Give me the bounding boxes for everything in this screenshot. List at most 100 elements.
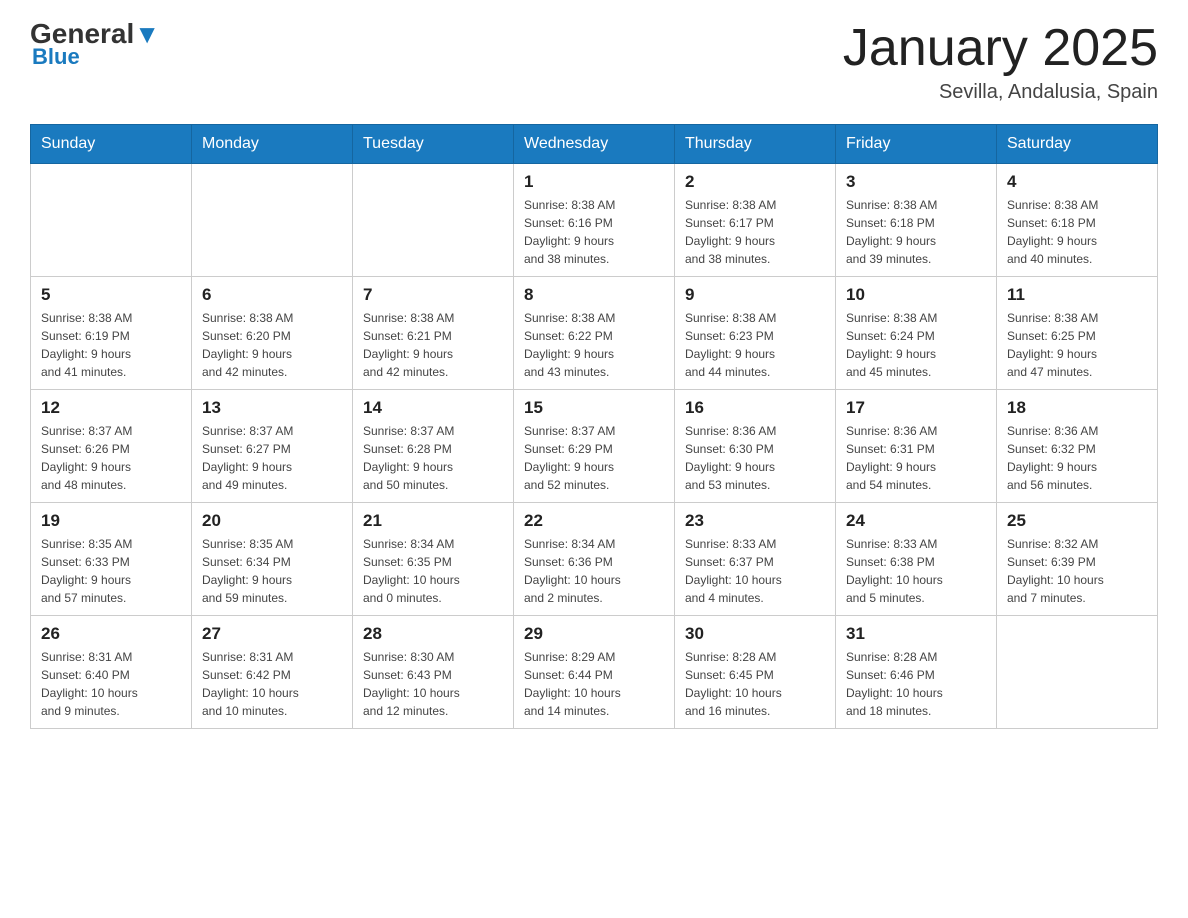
calendar-cell: 27 Sunrise: 8:31 AM Sunset: 6:42 PM Dayli… [192,616,353,729]
calendar-cell: 22 Sunrise: 8:34 AM Sunset: 6:36 PM Dayli… [514,503,675,616]
calendar-cell: 7Sunrise: 8:38 AM Sunset: 6:21 PM Daylig… [353,277,514,390]
calendar-cell: 6 Sunrise: 8:38 AM Sunset: 6:20 PM Daylig… [192,277,353,390]
day-info: Sunrise: 8:36 AM Sunset: 6:31 PM Dayligh… [846,422,986,494]
day-number: 7 [363,285,503,305]
day-number: 11 [1007,285,1147,305]
calendar-week-3: 12 Sunrise: 8:37 AM Sunset: 6:26 PM Dayli… [31,390,1158,503]
header-sunday: Sunday [31,125,192,164]
day-info: Sunrise: 8:38 AM Sunset: 6:22 PM Dayligh… [524,309,664,381]
day-number: 10 [846,285,986,305]
header-saturday: Saturday [997,125,1158,164]
logo: General▼ Blue [30,20,160,70]
calendar-cell: 4 Sunrise: 8:38 AM Sunset: 6:18 PM Daylig… [997,164,1158,277]
day-info: Sunrise: 8:33 AM Sunset: 6:37 PM Dayligh… [685,535,825,607]
calendar-week-1: 1Sunrise: 8:38 AM Sunset: 6:16 PM Daylig… [31,164,1158,277]
day-info: Sunrise: 8:37 AM Sunset: 6:29 PM Dayligh… [524,422,664,494]
day-number: 6 [202,285,342,305]
day-number: 4 [1007,172,1147,192]
day-number: 23 [685,511,825,531]
day-info: Sunrise: 8:32 AM Sunset: 6:39 PM Dayligh… [1007,535,1147,607]
day-number: 2 [685,172,825,192]
calendar-week-5: 26 Sunrise: 8:31 AM Sunset: 6:40 PM Dayli… [31,616,1158,729]
day-number: 22 [524,511,664,531]
day-number: 8 [524,285,664,305]
day-info: Sunrise: 8:38 AM Sunset: 6:24 PM Dayligh… [846,309,986,381]
day-number: 13 [202,398,342,418]
day-info: Sunrise: 8:28 AM Sunset: 6:46 PM Dayligh… [846,648,986,720]
day-info: Sunrise: 8:34 AM Sunset: 6:36 PM Dayligh… [524,535,664,607]
calendar-week-4: 19 Sunrise: 8:35 AM Sunset: 6:33 PM Dayli… [31,503,1158,616]
day-info: Sunrise: 8:36 AM Sunset: 6:30 PM Dayligh… [685,422,825,494]
day-info: Sunrise: 8:38 AM Sunset: 6:16 PM Dayligh… [524,196,664,268]
header-monday: Monday [192,125,353,164]
calendar-cell: 5 Sunrise: 8:38 AM Sunset: 6:19 PM Daylig… [31,277,192,390]
calendar-cell: 10 Sunrise: 8:38 AM Sunset: 6:24 PM Dayli… [836,277,997,390]
header-tuesday: Tuesday [353,125,514,164]
calendar-cell [31,164,192,277]
day-info: Sunrise: 8:38 AM Sunset: 6:17 PM Dayligh… [685,196,825,268]
calendar-cell: 8 Sunrise: 8:38 AM Sunset: 6:22 PM Daylig… [514,277,675,390]
calendar-cell: 2 Sunrise: 8:38 AM Sunset: 6:17 PM Daylig… [675,164,836,277]
day-info: Sunrise: 8:36 AM Sunset: 6:32 PM Dayligh… [1007,422,1147,494]
day-info: Sunrise: 8:35 AM Sunset: 6:34 PM Dayligh… [202,535,342,607]
weekday-header-row: Sunday Monday Tuesday Wednesday Thursday… [31,125,1158,164]
calendar-cell: 3Sunrise: 8:38 AM Sunset: 6:18 PM Daylig… [836,164,997,277]
day-number: 25 [1007,511,1147,531]
day-info: Sunrise: 8:38 AM Sunset: 6:23 PM Dayligh… [685,309,825,381]
day-number: 31 [846,624,986,644]
day-number: 26 [41,624,181,644]
calendar-cell: 20 Sunrise: 8:35 AM Sunset: 6:34 PM Dayli… [192,503,353,616]
day-number: 27 [202,624,342,644]
calendar-cell: 12 Sunrise: 8:37 AM Sunset: 6:26 PM Dayli… [31,390,192,503]
day-info: Sunrise: 8:33 AM Sunset: 6:38 PM Dayligh… [846,535,986,607]
calendar-cell: 18 Sunrise: 8:36 AM Sunset: 6:32 PM Dayli… [997,390,1158,503]
day-number: 19 [41,511,181,531]
header-friday: Friday [836,125,997,164]
calendar-table: Sunday Monday Tuesday Wednesday Thursday… [30,124,1158,729]
day-number: 9 [685,285,825,305]
calendar-cell: 17 Sunrise: 8:36 AM Sunset: 6:31 PM Dayli… [836,390,997,503]
calendar-cell: 21 Sunrise: 8:34 AM Sunset: 6:35 PM Dayli… [353,503,514,616]
day-info: Sunrise: 8:34 AM Sunset: 6:35 PM Dayligh… [363,535,503,607]
calendar-cell: 16 Sunrise: 8:36 AM Sunset: 6:30 PM Dayli… [675,390,836,503]
day-info: Sunrise: 8:37 AM Sunset: 6:28 PM Dayligh… [363,422,503,494]
day-info: Sunrise: 8:37 AM Sunset: 6:27 PM Dayligh… [202,422,342,494]
calendar-cell [353,164,514,277]
day-info: Sunrise: 8:30 AM Sunset: 6:43 PM Dayligh… [363,648,503,720]
day-number: 5 [41,285,181,305]
calendar-week-2: 5 Sunrise: 8:38 AM Sunset: 6:19 PM Daylig… [31,277,1158,390]
day-number: 29 [524,624,664,644]
day-info: Sunrise: 8:31 AM Sunset: 6:40 PM Dayligh… [41,648,181,720]
calendar-cell: 9 Sunrise: 8:38 AM Sunset: 6:23 PM Daylig… [675,277,836,390]
calendar-cell: 11Sunrise: 8:38 AM Sunset: 6:25 PM Dayli… [997,277,1158,390]
day-info: Sunrise: 8:28 AM Sunset: 6:45 PM Dayligh… [685,648,825,720]
day-number: 16 [685,398,825,418]
day-number: 3 [846,172,986,192]
day-info: Sunrise: 8:38 AM Sunset: 6:19 PM Dayligh… [41,309,181,381]
title-area: January 2025 Sevilla, Andalusia, Spain [843,20,1158,104]
day-number: 17 [846,398,986,418]
calendar-cell: 23 Sunrise: 8:33 AM Sunset: 6:37 PM Dayli… [675,503,836,616]
day-info: Sunrise: 8:35 AM Sunset: 6:33 PM Dayligh… [41,535,181,607]
calendar-cell: 31 Sunrise: 8:28 AM Sunset: 6:46 PM Dayli… [836,616,997,729]
day-number: 28 [363,624,503,644]
page-header: General▼ Blue January 2025 Sevilla, Anda… [30,20,1158,104]
day-number: 12 [41,398,181,418]
calendar-cell: 19 Sunrise: 8:35 AM Sunset: 6:33 PM Dayli… [31,503,192,616]
day-info: Sunrise: 8:31 AM Sunset: 6:42 PM Dayligh… [202,648,342,720]
calendar-cell [192,164,353,277]
calendar-cell: 29Sunrise: 8:29 AM Sunset: 6:44 PM Dayli… [514,616,675,729]
day-number: 15 [524,398,664,418]
day-info: Sunrise: 8:38 AM Sunset: 6:18 PM Dayligh… [1007,196,1147,268]
day-number: 18 [1007,398,1147,418]
day-number: 20 [202,511,342,531]
header-thursday: Thursday [675,125,836,164]
calendar-cell: 1Sunrise: 8:38 AM Sunset: 6:16 PM Daylig… [514,164,675,277]
calendar-cell: 24Sunrise: 8:33 AM Sunset: 6:38 PM Dayli… [836,503,997,616]
day-number: 21 [363,511,503,531]
month-title: January 2025 [843,20,1158,77]
day-info: Sunrise: 8:37 AM Sunset: 6:26 PM Dayligh… [41,422,181,494]
day-info: Sunrise: 8:38 AM Sunset: 6:20 PM Dayligh… [202,309,342,381]
header-wednesday: Wednesday [514,125,675,164]
calendar-cell: 15 Sunrise: 8:37 AM Sunset: 6:29 PM Dayli… [514,390,675,503]
